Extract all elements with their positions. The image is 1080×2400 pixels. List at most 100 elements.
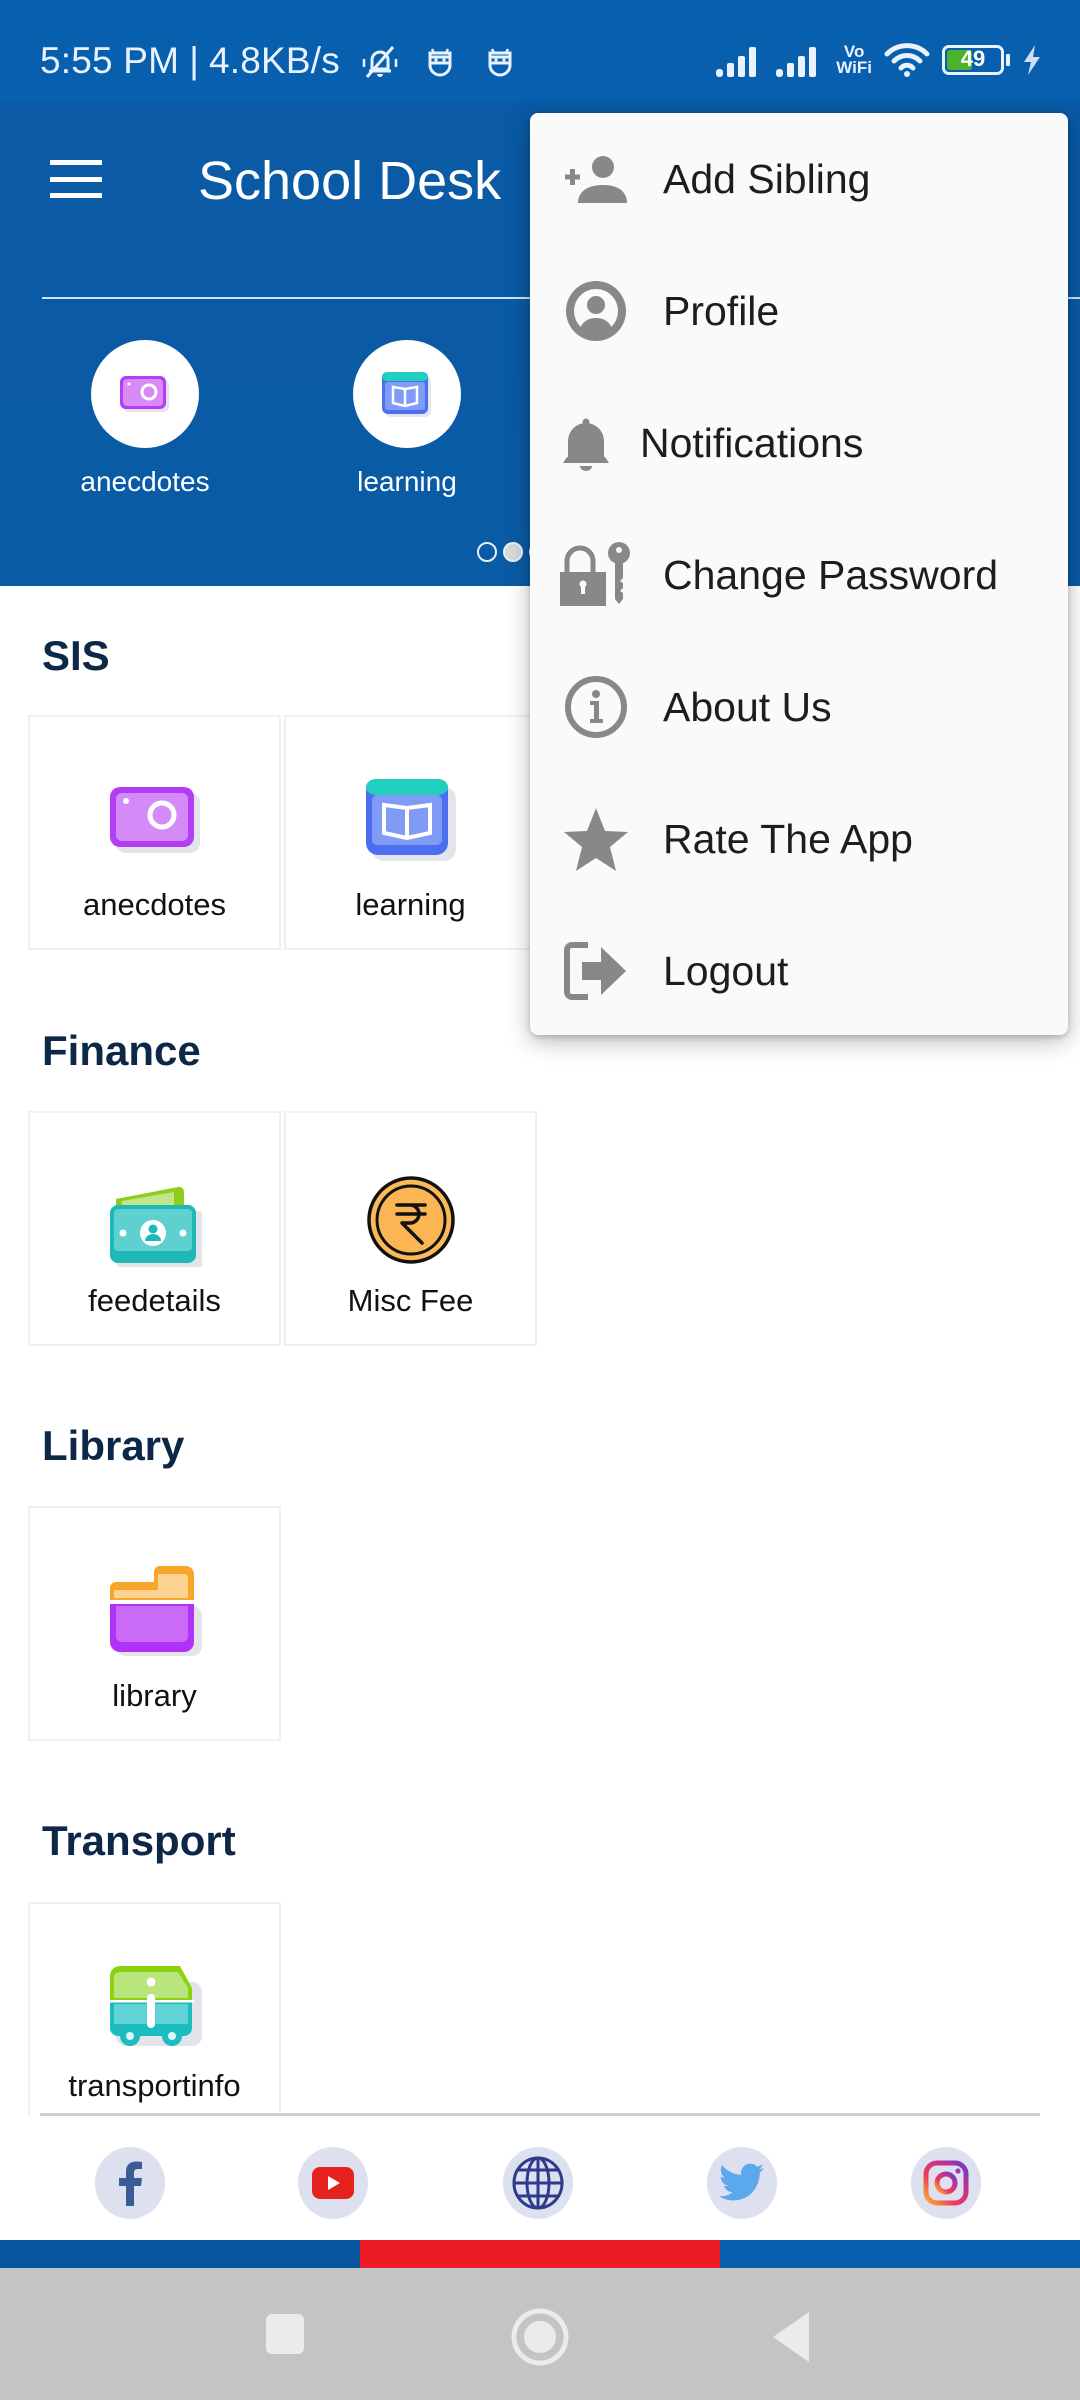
tile-label: feedetails: [88, 1283, 221, 1318]
color-bar-segment: [720, 2240, 1080, 2268]
menu-item-rate-the-app[interactable]: Rate The App: [530, 773, 1068, 905]
wifi-icon: [884, 43, 930, 77]
signal-icon: [776, 47, 817, 77]
menu-item-label: Add Sibling: [663, 155, 871, 202]
twitter-link[interactable]: [707, 2147, 777, 2219]
tile-label: learning: [355, 887, 466, 922]
battery-body: 49: [942, 45, 1004, 75]
status-bar: 5:55 PM | 4.8KB/s Vo WiFi 49: [0, 0, 1080, 102]
facebook-link[interactable]: [95, 2147, 165, 2219]
menu-item-label: Rate The App: [663, 815, 913, 862]
hamburger-menu-button[interactable]: [50, 160, 102, 198]
rupee-coin-icon: [366, 1176, 455, 1264]
hamburger-line: [50, 176, 102, 182]
charging-icon: [1024, 45, 1040, 75]
camera-icon: [109, 787, 200, 853]
vowifi-icon: Vo WiFi: [836, 43, 872, 77]
instagram-icon: [923, 2160, 969, 2206]
color-bar-segment: [0, 2240, 360, 2268]
tile-icon-wrap: [30, 1566, 279, 1656]
footer-divider: [40, 2113, 1040, 2116]
bell-icon: [563, 418, 609, 471]
menu-item-change-password[interactable]: Change Password: [530, 509, 1068, 641]
facebook-icon: [119, 2161, 142, 2206]
tile-icon-wrap: [286, 1175, 535, 1265]
add-person-icon: [565, 156, 627, 203]
carousel-dot[interactable]: [477, 542, 497, 562]
globe-icon: [512, 2156, 564, 2210]
status-separator: |: [189, 40, 200, 81]
tile-icon-wrap: [30, 1173, 279, 1267]
folder-icon: [109, 1566, 202, 1656]
app-notification-icon: [428, 48, 452, 77]
recents-button[interactable]: [262, 2308, 312, 2360]
quick-access-learning[interactable]: learning: [307, 340, 507, 498]
star-icon: [564, 808, 628, 871]
app-title: School Desk: [198, 151, 502, 211]
menu-item-notifications[interactable]: Notifications: [530, 377, 1068, 509]
instagram-link[interactable]: [911, 2147, 981, 2219]
tile-feedetails[interactable]: feedetails: [28, 1111, 281, 1346]
app-notification-icon: [488, 48, 512, 77]
status-right: Vo WiFi 49: [716, 42, 1042, 78]
overflow-menu: Add Sibling Profile Notifications Change…: [530, 113, 1068, 1035]
menu-item-add-sibling[interactable]: Add Sibling: [530, 113, 1068, 245]
section-title-finance: Finance: [42, 1027, 201, 1074]
website-link[interactable]: [503, 2147, 573, 2219]
back-button[interactable]: [767, 2308, 817, 2366]
tile-label: library: [112, 1678, 197, 1713]
quick-access-label: learning: [357, 466, 457, 497]
money-icon: [109, 1186, 202, 1267]
quick-access-anecdotes[interactable]: anecdotes: [45, 340, 245, 498]
lock-key-icon: [560, 542, 630, 606]
tile-icon-wrap: [286, 777, 535, 867]
twitter-icon: [719, 2163, 764, 2201]
menu-item-label: Profile: [663, 287, 780, 334]
system-nav-bar: [0, 2268, 1080, 2400]
tile-icon-wrap: [30, 783, 279, 873]
quick-access-circle: [91, 340, 199, 448]
brand-color-bar: [0, 2240, 1080, 2268]
status-left: 5:55 PM | 4.8KB/s: [40, 40, 520, 82]
section-title-sis: SIS: [42, 632, 110, 679]
signal-icon: [716, 47, 757, 77]
battery-icon: 49: [942, 45, 1010, 75]
tile-misc-fee[interactable]: Misc Fee: [284, 1111, 537, 1346]
section-title-library: Library: [42, 1422, 185, 1469]
menu-item-label: Logout: [663, 947, 789, 994]
camera-icon: [120, 376, 169, 412]
section-title-transport: Transport: [42, 1817, 236, 1864]
quick-access-label: anecdotes: [80, 466, 210, 497]
book-icon: [382, 372, 431, 417]
tile-label: anecdotes: [82, 887, 227, 922]
tile-learning[interactable]: learning: [284, 715, 537, 950]
carousel-dot[interactable]: [503, 542, 523, 562]
youtube-link[interactable]: [298, 2147, 368, 2219]
status-time: 5:55 PM: [40, 40, 180, 81]
menu-item-label: Notifications: [640, 419, 864, 466]
info-icon: [565, 676, 627, 738]
hamburger-line: [50, 160, 102, 165]
bus-info-icon: [108, 1966, 202, 2046]
network-speed: 4.8KB/s: [209, 40, 340, 81]
logout-icon: [564, 942, 626, 1000]
battery-percent: 49: [960, 46, 986, 71]
color-bar-segment: [360, 2240, 720, 2268]
menu-item-about-us[interactable]: About Us: [530, 641, 1068, 773]
quick-access-circle: [353, 340, 461, 448]
tile-label: transportinfo: [68, 2068, 241, 2103]
tile-anecdotes[interactable]: anecdotes: [28, 715, 281, 950]
profile-icon: [566, 281, 626, 341]
menu-item-logout[interactable]: Logout: [530, 905, 1068, 1037]
menu-item-label: About Us: [663, 683, 832, 730]
youtube-icon: [312, 2167, 354, 2199]
hamburger-line: [50, 193, 102, 198]
menu-item-label: Change Password: [663, 551, 999, 598]
tile-transportinfo[interactable]: transportinfo: [28, 1902, 281, 2117]
menu-item-profile[interactable]: Profile: [530, 245, 1068, 377]
tile-icon-wrap: [30, 1966, 279, 2056]
battery-cap: [1006, 54, 1010, 66]
tile-library[interactable]: library: [28, 1506, 281, 1741]
vowifi-bottom: WiFi: [836, 58, 872, 77]
home-button[interactable]: [508, 2305, 572, 2369]
